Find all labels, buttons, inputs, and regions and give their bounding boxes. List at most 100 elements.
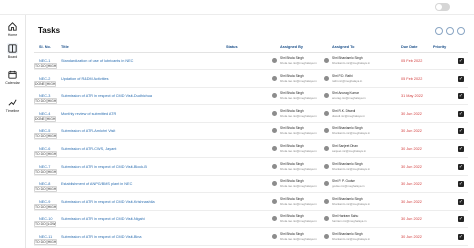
nav-timeline[interactable]: Timeline	[0, 97, 25, 113]
task-id[interactable]: NEC-10	[39, 217, 53, 221]
checkbox-icon[interactable]: ✓	[458, 216, 464, 223]
assigned-by-name: Shri Bhola Singh	[280, 73, 304, 78]
timeline-icon	[8, 99, 17, 106]
task-id[interactable]: NEC-6	[39, 147, 50, 151]
status-select[interactable]: TO DO	[34, 221, 47, 228]
task-title[interactable]: Submission of ATR-CWS, Jayant	[61, 147, 116, 151]
nav-home[interactable]: Home	[0, 21, 25, 37]
status-select[interactable]: TO DO	[34, 151, 47, 157]
task-title[interactable]: Submission of ATR in respect of CMD Visi…	[61, 235, 141, 239]
status-select[interactable]: TO DO	[34, 63, 47, 69]
status-select[interactable]: DONE	[34, 80, 46, 87]
status-select[interactable]: DONE	[34, 115, 46, 122]
task-title[interactable]: Submission of ATR in respect of CMD Visi…	[61, 94, 152, 98]
priority-select[interactable]: HIGH	[46, 168, 58, 175]
checkbox-icon[interactable]: ✓	[458, 58, 464, 64]
checkbox-icon[interactable]: ✓	[458, 234, 464, 240]
task-title[interactable]: Standardization of use of lubricants in …	[61, 59, 133, 63]
task-id[interactable]: NEC-1	[39, 59, 50, 63]
priority-select[interactable]: HIGH	[46, 186, 58, 193]
task-id[interactable]: NEC-5	[39, 129, 50, 133]
assigned-by-name: Shri Bhola Singh	[280, 232, 304, 236]
priority-select[interactable]: HIGH	[46, 239, 58, 245]
table-row[interactable]: NEC-8 Establishment of ANPG/BMS plant in …	[34, 177, 468, 194]
task-title[interactable]: Establishment of ANPG/BMS plant in NEC	[61, 182, 132, 186]
assigned-to-email: bhanlamlo.nic@meghalaya.in	[332, 201, 370, 206]
sidebar: Home Board Calendar Timeline	[0, 15, 26, 248]
priority-select[interactable]: LOW	[46, 221, 57, 228]
table-row[interactable]: NEC-1 Standardization of use of lubricant…	[34, 54, 468, 70]
assigned-to-avatar	[324, 75, 329, 81]
priority-select[interactable]: HIGH	[45, 115, 57, 122]
add-task-icon[interactable]	[457, 27, 465, 35]
table-row[interactable]: NEC-7 Submission of ATR in respect of CMD…	[34, 160, 468, 176]
theme-toggle[interactable]	[435, 3, 450, 11]
status-select[interactable]: TO DO	[34, 133, 47, 140]
nav-timeline-label: Timeline	[5, 109, 20, 113]
task-title[interactable]: Submission of ATR in respect of CMD Visi…	[61, 165, 147, 169]
table-row[interactable]: NEC-3 Submission of ATR in respect of CMD…	[34, 89, 468, 106]
share-icon[interactable]	[446, 27, 454, 35]
due-date: 30 Jun 2022	[401, 111, 422, 116]
task-title[interactable]: Updation of R&DM Activities	[61, 77, 108, 81]
status-select[interactable]: TO DO	[34, 203, 47, 210]
assigned-by-email: bhola.rao.nic@meghalaya.in	[280, 184, 317, 189]
due-date: 30 Jun 2022	[401, 182, 422, 187]
priority-select[interactable]: HIGH	[46, 98, 58, 105]
priority-select[interactable]: HIGH	[46, 133, 58, 140]
assigned-by-email: bhola.rao.nic@meghalaya.in	[280, 219, 317, 224]
checkbox-icon[interactable]: ✓	[458, 146, 464, 152]
assigned-to-avatar	[324, 146, 329, 151]
table-row[interactable]: NEC-2 Updation of R&DM Activities DONE Shri…	[34, 72, 468, 88]
task-id[interactable]: NEC-2	[39, 77, 50, 81]
task-id[interactable]: NEC-7	[39, 165, 50, 169]
table-row[interactable]: NEC-5 Submission of ATR-Amlohri Visit TO D…	[34, 124, 468, 141]
assigned-to-avatar	[324, 93, 329, 99]
assigned-to-avatar	[324, 58, 329, 63]
checkbox-icon[interactable]: ✓	[458, 198, 464, 205]
assigned-to-email: anurag.nic@meghalaya.in	[332, 96, 366, 101]
checkbox-icon[interactable]: ✓	[458, 181, 464, 188]
status-select[interactable]: TO DO	[34, 98, 47, 105]
status-select[interactable]: TO DO	[34, 239, 47, 245]
task-id[interactable]: NEC-3	[39, 94, 50, 98]
cloud-upload-icon[interactable]	[435, 27, 443, 35]
assigned-by-name: Shri Bhola Singh	[280, 161, 304, 166]
assigned-by-email: bhola.rao.nic@meghalaya.in	[280, 149, 317, 153]
nav-calendar-label: Calendar	[5, 81, 20, 85]
checkbox-icon[interactable]: ✓	[458, 110, 464, 117]
priority-select[interactable]: HIGH	[46, 151, 58, 157]
assigned-by-name: Shri Bhola Singh	[280, 126, 304, 131]
task-title[interactable]: Submission of ATR in respect of CMD Visi…	[61, 217, 145, 221]
table-row[interactable]: NEC-10 Submission of ATR in respect of CM…	[34, 212, 468, 229]
checkbox-icon[interactable]: ✓	[458, 163, 464, 170]
task-id[interactable]: NEC-11	[39, 235, 52, 239]
assigned-to-name: Shri Hariram Sahu	[332, 214, 359, 219]
col-id: Sl. No.	[39, 45, 51, 49]
checkbox-icon[interactable]: ✓	[458, 128, 464, 135]
task-id[interactable]: NEC-9	[39, 200, 50, 204]
task-title[interactable]: Monthly review of submitted ATR	[61, 112, 116, 116]
checkbox-icon[interactable]: ✓	[458, 75, 464, 82]
due-date: 30 Jun 2022	[401, 164, 422, 169]
task-id[interactable]: NEC-4	[39, 112, 50, 116]
nav-calendar[interactable]: Calendar	[0, 69, 25, 85]
status-select[interactable]: TO DO	[34, 168, 47, 175]
main-content: Tasks Sl. No. Title Status Assigned By A…	[26, 15, 474, 248]
task-title[interactable]: Submission of ATR in respect of CMD Visi…	[61, 200, 155, 204]
status-select[interactable]: TO DO	[34, 186, 47, 193]
table-row[interactable]: NEC-11 Submission of ATR in respect of CM…	[34, 230, 468, 246]
priority-select[interactable]: HIGH	[46, 63, 58, 69]
due-date: 30 Jun 2022	[401, 235, 422, 239]
table-row[interactable]: NEC-4 Monthly review of submitted ATR DONE…	[34, 107, 468, 123]
task-id[interactable]: NEC-8	[39, 182, 50, 186]
nav-board[interactable]: Board	[0, 43, 25, 59]
priority-select[interactable]: HIGH	[45, 80, 57, 87]
task-title[interactable]: Submission of ATR-Amlohri Visit	[61, 129, 115, 133]
table-row[interactable]: NEC-6 Submission of ATR-CWS, Jayant TO DO S…	[34, 142, 468, 158]
table-row[interactable]: NEC-9 Submission of ATR in respect of CMD…	[34, 195, 468, 211]
assigned-to-name: Shri Sanjeet Dhan	[332, 144, 358, 148]
priority-select[interactable]: HIGH	[46, 203, 58, 210]
assigned-to-name: Shri Bhanlamlo Singh	[332, 196, 363, 201]
checkbox-icon[interactable]: ✓	[458, 93, 464, 100]
